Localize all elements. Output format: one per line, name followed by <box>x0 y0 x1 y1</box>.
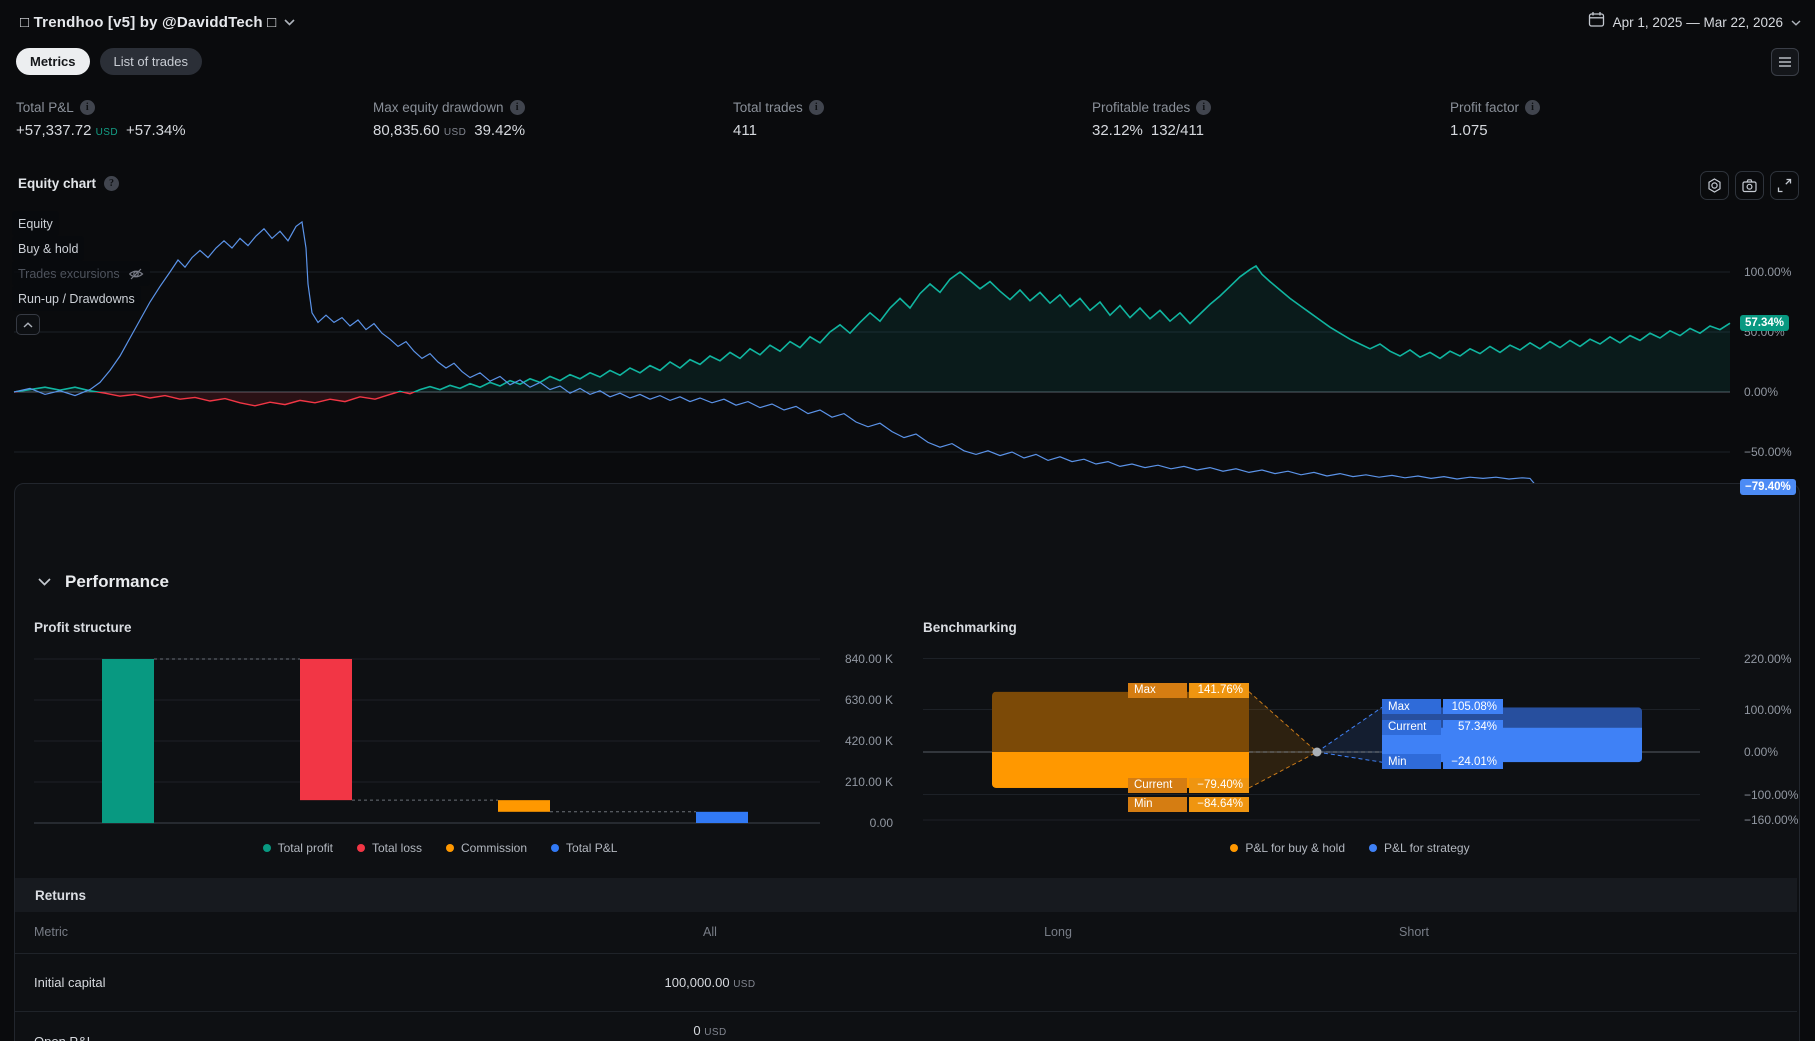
metric-extra: 132/411 <box>1150 122 1204 139</box>
info-icon[interactable]: i <box>808 100 824 115</box>
benchmarking-legend: P&L for buy & hold P&L for strategy <box>1100 841 1600 855</box>
info-icon[interactable]: i <box>1525 100 1541 115</box>
date-range-picker[interactable]: Apr 1, 2025 — Mar 22, 2026 <box>1588 10 1801 34</box>
benchmarking-plot <box>923 658 1700 821</box>
tab-metrics[interactable]: Metrics <box>16 48 90 75</box>
returns-title: Returns <box>35 887 87 903</box>
info-icon[interactable]: i <box>509 100 525 115</box>
metric-value: 32.12% <box>1092 122 1143 139</box>
metric-value: 80,835.60 <box>373 122 440 139</box>
metric-label: Total P&L <box>16 100 74 115</box>
table-row-initial-capital: Initial capital 100,000.00 USD <box>15 953 1797 1012</box>
y-axis-label: 840.00 K <box>844 652 893 666</box>
metric-value: +57,337.72 <box>16 122 92 139</box>
benchmark-chip: Max 105.08% <box>1382 699 1503 715</box>
date-range-label: Apr 1, 2025 — Mar 22, 2026 <box>1612 14 1783 30</box>
benchmark-chip: Current −79.40% <box>1128 777 1249 793</box>
y-axis-label: −50.00% <box>1744 445 1792 459</box>
strategy-title-row[interactable]: □ Trendhoo [v5] by @DaviddTech □ <box>20 10 295 34</box>
benchmarking-title: Benchmarking <box>923 620 1017 635</box>
profit-structure-title: Profit structure <box>34 620 132 635</box>
chevron-down-icon <box>38 578 51 586</box>
metric-label: Profitable trades <box>1092 100 1191 115</box>
metric-total-trades: Total trades i 411 <box>733 100 824 139</box>
last-value-badge: −79.40% <box>1740 479 1796 496</box>
column-header-long: Long <box>1044 925 1072 939</box>
tab-list-of-trades[interactable]: List of trades <box>99 48 202 75</box>
legend-item-p-l-for-strategy: P&L for strategy <box>1369 841 1470 855</box>
calendar-icon <box>1588 11 1605 33</box>
legend-item-total-profit: Total profit <box>262 841 333 855</box>
legend-item-run-up-drawdowns[interactable]: Run-up / Drawdowns <box>12 286 141 311</box>
layout-options-button[interactable] <box>1771 48 1799 76</box>
view-tabs: Metrics List of trades <box>16 48 202 75</box>
legend-item-trades-excursions[interactable]: Trades excursions <box>12 261 150 286</box>
row-label: Open P&L <box>34 1034 94 1041</box>
eye-off-icon <box>128 268 144 279</box>
benchmark-chip: Min −24.01% <box>1382 754 1503 770</box>
metric-extra: 39.42% <box>474 122 526 139</box>
profit-structure-legend: Total profit Total loss Commission Total P&… <box>60 841 820 855</box>
metric-profitable-trades: Profitable trades i 32.12% 132/411 <box>1092 100 1212 139</box>
y-axis-label: 630.00 K <box>844 693 893 707</box>
y-axis-label: 210.00 K <box>844 775 893 789</box>
legend-item-total-loss: Total loss <box>356 841 422 855</box>
chevron-down-icon <box>1791 13 1801 31</box>
column-header-all: All <box>703 925 717 939</box>
metric-label: Max equity drawdown <box>373 100 504 115</box>
equity-chart-legend: Equity Buy & hold Trades excursions Run-up … <box>12 211 150 311</box>
metric-extra: +57.34% <box>126 122 186 139</box>
collapse-legend-button[interactable] <box>16 314 40 335</box>
last-value-badge: 57.34% <box>1740 315 1790 332</box>
y-axis-label: 0.00% <box>1744 745 1779 759</box>
benchmark-chip: Current 57.34% <box>1382 719 1503 735</box>
y-axis-label: 0.00% <box>1744 385 1779 399</box>
y-axis-label: 100.00% <box>1744 702 1792 717</box>
metric-label: Total trades <box>733 100 803 115</box>
equity-chart-title: Equity chart <box>18 176 97 191</box>
info-icon[interactable]: i <box>79 100 95 115</box>
returns-section-header: Returns <box>15 878 1797 912</box>
legend-item-equity[interactable]: Equity <box>12 211 59 236</box>
returns-header-row: Metric All Long Short <box>15 912 1797 954</box>
y-axis-label: −100.00% <box>1744 787 1799 802</box>
performance-header[interactable]: Performance <box>38 572 169 592</box>
y-axis-label: −160.00% <box>1744 813 1799 827</box>
strategy-title: □ Trendhoo [v5] by @DaviddTech □ <box>20 13 277 31</box>
legend-item-buy-hold[interactable]: Buy & hold <box>12 236 85 261</box>
help-icon[interactable]: ? <box>104 176 120 191</box>
column-header-metric: Metric <box>34 925 69 939</box>
equity-chart-plot[interactable] <box>0 190 1815 505</box>
chevron-down-icon <box>284 13 295 31</box>
row-value: 100,000.00 USD <box>664 975 756 990</box>
benchmark-chip: Max 141.76% <box>1128 682 1249 698</box>
table-row-open-pnl: Open P&L 0 USD <box>15 1012 1797 1041</box>
strategy-tester-page: □ Trendhoo [v5] by @DaviddTech □ Apr 1, … <box>0 0 1815 1041</box>
metric-value: 411 <box>733 122 757 139</box>
row-value: 0 USD <box>693 1023 727 1038</box>
benchmark-chip: Min −84.64% <box>1128 796 1249 812</box>
metric-profit-factor: Profit factor i 1.075 <box>1450 100 1541 139</box>
profit-structure-plot <box>34 658 820 824</box>
y-axis-label: 420.00 K <box>844 734 893 748</box>
info-icon[interactable]: i <box>1196 100 1212 115</box>
metric-label: Profit factor <box>1450 100 1520 115</box>
metric-total-pnl: Total P&L i +57,337.72 USD +57.34% <box>16 100 186 139</box>
column-header-short: Short <box>1399 925 1429 939</box>
legend-item-commission: Commission <box>446 841 527 855</box>
row-label: Initial capital <box>34 975 106 990</box>
y-axis-label: 100.00% <box>1744 265 1792 279</box>
metric-value: 1.075 <box>1450 122 1488 139</box>
equity-chart-header: Equity chart ? <box>18 176 120 191</box>
y-axis-label: 0.00 <box>869 816 893 830</box>
y-axis-label: 220.00% <box>1744 651 1792 666</box>
legend-item-p-l-for-buy-hold: P&L for buy & hold <box>1230 841 1345 855</box>
metric-max-drawdown: Max equity drawdown i 80,835.60 USD 39.42% <box>373 100 526 139</box>
legend-item-total-p-l: Total P&L <box>551 841 617 855</box>
performance-title: Performance <box>65 572 169 591</box>
